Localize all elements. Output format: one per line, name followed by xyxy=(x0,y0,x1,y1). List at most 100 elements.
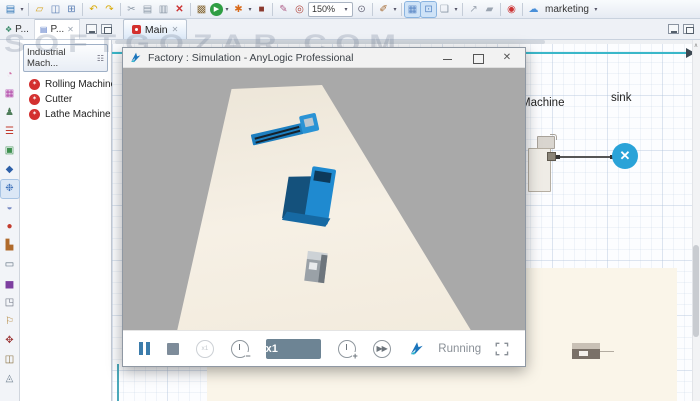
build-icon[interactable]: ▩ xyxy=(194,2,209,17)
window-maximize-button[interactable] xyxy=(465,50,489,66)
projects-tab-label: P... xyxy=(15,24,29,35)
layers-icon[interactable]: ❏ xyxy=(437,2,452,17)
simulation-control-bar: x1 − x1 + ▶▶ Running xyxy=(123,330,525,366)
main-tab-label: Main xyxy=(145,24,168,36)
connector-mode-icon[interactable]: ↗ xyxy=(466,2,481,17)
floor-machine-shape[interactable] xyxy=(572,343,600,359)
sink-label: sink xyxy=(611,92,631,104)
copy-icon[interactable]: ▤ xyxy=(140,2,155,17)
stop-icon[interactable]: ■ xyxy=(254,2,269,17)
delete-icon[interactable]: ✕ xyxy=(172,2,187,17)
simulation-3d-viewport[interactable] xyxy=(123,68,525,330)
anylogic-logo-icon xyxy=(408,340,425,357)
machine-output-port[interactable] xyxy=(547,152,556,161)
palette-section-header[interactable]: Industrial Mach... ☷ xyxy=(23,44,108,72)
palette-tab-close-icon[interactable]: ✕ xyxy=(67,25,74,34)
pedestrian-library-icon[interactable]: ♟ xyxy=(1,104,19,122)
zoom-tool-icon[interactable]: ⊙ xyxy=(354,2,369,17)
new-model-icon[interactable]: ▤ xyxy=(3,2,18,17)
statistics-palette-icon[interactable]: ▅ xyxy=(1,275,19,293)
debug-icon[interactable]: ✱ xyxy=(231,2,246,17)
toolbar-separator xyxy=(190,3,191,16)
palette-item-rolling-machine[interactable]: ✶ Rolling Machine xyxy=(20,77,111,92)
rotate-tool-icon[interactable]: ✐ xyxy=(376,2,391,17)
current-speed-button[interactable]: x1 xyxy=(266,339,321,359)
zoom-level-value: 150% xyxy=(312,4,335,14)
optimization-palette-icon[interactable]: ✥ xyxy=(1,332,19,350)
material-handling-library-icon[interactable]: ▦ xyxy=(1,85,19,103)
main-tab-close-icon[interactable]: ✕ xyxy=(172,25,179,34)
gis-palette-icon[interactable]: ◳ xyxy=(1,294,19,312)
align-shapes-icon[interactable]: ▰ xyxy=(482,2,497,17)
cut-icon[interactable]: ✂ xyxy=(124,2,139,17)
tab-palette[interactable]: ▤ P... ✕ xyxy=(35,19,80,39)
canvas-horizontal-scrollbar[interactable] xyxy=(112,40,692,44)
editor-maximize-button[interactable] xyxy=(683,24,694,34)
slow-down-button[interactable]: − xyxy=(231,340,249,358)
controls-palette-icon[interactable]: ▭ xyxy=(1,256,19,274)
pause-button[interactable] xyxy=(139,342,150,355)
palette-panel: Industrial Mach... ☷ ✶ Rolling Machine ✶… xyxy=(20,40,112,401)
grid-toggle-icon[interactable]: ▦ xyxy=(405,2,420,17)
undo-icon[interactable]: ↶ xyxy=(86,2,101,17)
road-traffic-library-icon[interactable]: ▣ xyxy=(1,142,19,160)
rotate-tool-caret-icon[interactable]: ▾ xyxy=(392,6,398,13)
simulation-window-titlebar[interactable]: Factory : Simulation - AnyLogic Professi… xyxy=(123,48,525,68)
system-dynamics-palette-icon[interactable]: ◒ xyxy=(1,199,19,217)
redo-icon[interactable]: ↷ xyxy=(102,2,117,17)
window-minimize-button[interactable] xyxy=(435,50,459,66)
toolbar-separator xyxy=(28,3,29,16)
editor-minimize-button[interactable] xyxy=(668,24,679,34)
snap-toggle-icon[interactable]: ⊡ xyxy=(421,2,436,17)
scrollbar-up-arrow-icon[interactable]: ∧ xyxy=(692,42,700,49)
simulation-window-title: Factory : Simulation - AnyLogic Professi… xyxy=(148,52,429,64)
draw-pencil-icon[interactable]: ✎ xyxy=(276,2,291,17)
canvas-vertical-scrollbar[interactable]: ∧ xyxy=(692,40,700,401)
cloud-account-menu[interactable]: ☁ marketing ▾ xyxy=(526,2,599,17)
new-model-dropdown-caret-icon[interactable]: ▾ xyxy=(19,6,25,13)
machine-block-shape[interactable] xyxy=(528,136,562,194)
machine-to-sink-connector[interactable] xyxy=(558,156,612,158)
help-icon[interactable]: ◉ xyxy=(504,2,519,17)
vertical-scrollbar-thumb[interactable] xyxy=(693,245,699,337)
palette-view-grid-icon[interactable]: ☷ xyxy=(97,54,104,63)
sink-block[interactable]: ✕ xyxy=(612,143,638,169)
agent-palette-icon[interactable]: ❉ xyxy=(1,180,19,198)
zoom-area-icon[interactable]: ◎ xyxy=(292,2,307,17)
zoom-level-combo[interactable]: 150% ▾ xyxy=(308,2,353,17)
stop-button[interactable] xyxy=(167,343,179,355)
tabrow-spacer xyxy=(187,19,662,39)
horizontal-scrollbar-thumb[interactable] xyxy=(115,40,545,44)
tab-main[interactable]: Main ✕ xyxy=(123,19,187,39)
model-actions-palette-icon[interactable]: ⚐ xyxy=(1,313,19,331)
save-all-icon[interactable]: ⊞ xyxy=(64,2,79,17)
save-icon[interactable]: ◫ xyxy=(48,2,63,17)
fullscreen-button[interactable] xyxy=(495,342,509,356)
run-icon[interactable]: ▶ xyxy=(210,3,223,16)
toolbar-separator xyxy=(462,3,463,16)
fluid-library-icon[interactable]: ◆ xyxy=(1,161,19,179)
palette-item-cutter[interactable]: ✶ Cutter xyxy=(20,92,111,107)
fast-forward-button[interactable]: ▶▶ xyxy=(373,340,391,358)
export-palette-icon[interactable]: ◫ xyxy=(1,351,19,369)
lathe-machine-3d xyxy=(304,251,328,283)
rail-library-icon[interactable]: ☰ xyxy=(1,123,19,141)
account-name: marketing xyxy=(545,4,589,15)
window-close-button[interactable]: ✕ xyxy=(495,50,519,66)
debug-dropdown-caret-icon[interactable]: ▾ xyxy=(247,6,253,13)
toolbar-separator xyxy=(120,3,121,16)
open-model-icon[interactable]: ▱ xyxy=(32,2,47,17)
process-modeling-library-icon[interactable]: ◔ xyxy=(1,66,19,84)
presentation-palette-icon[interactable]: ● xyxy=(1,218,19,236)
analysis-palette-icon[interactable]: ▙ xyxy=(1,237,19,255)
connectivity-palette-icon[interactable]: ◬ xyxy=(1,370,19,388)
palette-item-lathe-machine[interactable]: ✶ Lathe Machine xyxy=(20,107,111,122)
panel-minimize-button[interactable] xyxy=(86,24,97,34)
tab-projects[interactable]: ❖ P... xyxy=(0,19,35,39)
speed-up-button[interactable]: + xyxy=(338,340,356,358)
paste-icon[interactable]: ▥ xyxy=(156,2,171,17)
layers-caret-icon[interactable]: ▾ xyxy=(453,6,459,13)
run-dropdown-caret-icon[interactable]: ▾ xyxy=(224,6,230,13)
panel-maximize-button[interactable] xyxy=(101,24,112,34)
reset-speed-button[interactable]: x1 xyxy=(196,340,214,358)
